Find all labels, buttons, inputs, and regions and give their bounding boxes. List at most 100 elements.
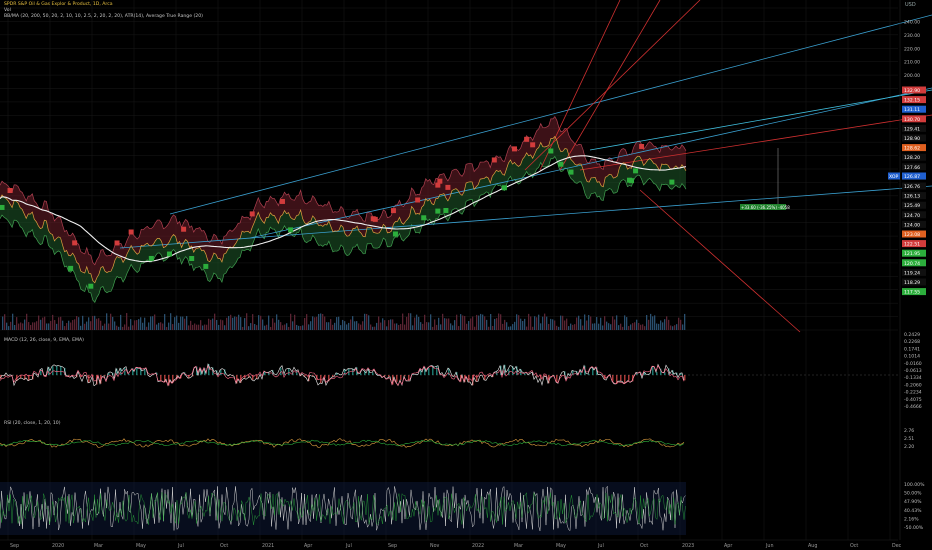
volume-bar — [88, 317, 90, 330]
time-tick-label: Jul — [345, 543, 352, 549]
volume-bar — [376, 322, 378, 330]
volume-bar — [646, 315, 648, 330]
macd-histogram-bar — [656, 372, 658, 375]
volume-bar — [92, 315, 94, 330]
volume-bar — [610, 324, 612, 330]
volume-bar — [360, 324, 362, 330]
volume-bar — [396, 323, 398, 330]
volume-bar — [426, 322, 428, 330]
volume-bar — [390, 319, 392, 330]
volume-bar — [496, 318, 498, 330]
time-tick-label: Oct — [640, 543, 648, 549]
volume-bar — [158, 322, 160, 330]
macd-histogram-bar — [496, 371, 498, 375]
volume-bar — [140, 317, 142, 330]
volume-bar — [518, 315, 520, 330]
volume-bar — [28, 322, 30, 330]
volume-bar — [264, 325, 266, 330]
volume-bar — [628, 326, 630, 330]
volume-bar — [392, 319, 394, 330]
volume-bar — [386, 326, 388, 330]
macd-tick-label: 0.2268 — [904, 339, 920, 345]
volume-bar — [450, 323, 452, 330]
volume-bar — [510, 326, 512, 330]
price-badge-label: 119.24 — [904, 270, 920, 276]
price-badge-label: 131.11 — [904, 107, 920, 113]
chart-canvas[interactable]: USD 240.00 230.00 220.00 210.00 200.00 132.90 1… — [0, 0, 932, 550]
signal-marker — [249, 211, 255, 217]
volume-bar — [236, 316, 238, 330]
volume-bar — [66, 323, 68, 330]
volume-bar — [678, 317, 680, 330]
signal-marker — [639, 143, 645, 149]
macd-histogram-bar — [124, 367, 126, 375]
volume-bar — [206, 324, 208, 330]
volume-bar — [398, 325, 400, 330]
volume-bar — [540, 323, 542, 330]
volume-bar — [654, 315, 656, 330]
signal-marker — [181, 226, 187, 232]
macd-tick-label: -0.2234 — [904, 390, 922, 396]
volume-bar — [480, 313, 482, 330]
volume-bar — [410, 313, 412, 330]
atr-label: RSI (20, close, 1, 20, 10) — [4, 421, 61, 426]
volume-bar — [170, 313, 172, 330]
volume-bar — [592, 323, 594, 330]
signal-marker — [491, 157, 497, 163]
atr-pane — [0, 438, 685, 448]
macd-histogram-bar — [288, 368, 290, 375]
volume-bar — [8, 326, 10, 330]
volume-bar — [26, 313, 28, 330]
symbol-title: SPDR S&P Oil & Gas Explor & Product, 1D,… — [4, 2, 113, 7]
volume-bar — [350, 319, 352, 330]
volume-bar — [664, 319, 666, 330]
price-tick-label: 210.00 — [904, 60, 920, 66]
volume-bar — [218, 324, 220, 330]
volume-bar — [436, 324, 438, 330]
time-tick-label: Jun — [765, 543, 774, 549]
volume-bar — [134, 320, 136, 330]
volume-bar — [254, 324, 256, 330]
volume-bar — [358, 323, 360, 330]
volume-bar — [146, 326, 148, 330]
macd-tick-label: -0.4666 — [904, 404, 922, 410]
volume-bar — [144, 317, 146, 330]
signal-marker — [148, 255, 154, 261]
price-badge-label: 126.13 — [904, 194, 920, 200]
macd-histogram-bar — [244, 375, 246, 379]
atr-average-line — [0, 439, 685, 447]
last-price-label: 126.87 — [904, 174, 920, 180]
volume-bar — [108, 323, 110, 330]
volume-bar — [586, 320, 588, 330]
volume-bar — [12, 313, 14, 330]
volume-bar — [282, 325, 284, 330]
volume-bar — [10, 321, 12, 330]
volume-bar — [428, 322, 430, 330]
volume-bar — [188, 325, 190, 330]
volume-bar — [344, 321, 346, 330]
signal-marker — [203, 263, 209, 269]
volume-bar — [374, 326, 376, 330]
volume-bar — [380, 322, 382, 330]
volume-bar — [330, 319, 332, 330]
volume-bar — [346, 324, 348, 330]
volume-bar — [298, 325, 300, 330]
volume-bar — [332, 324, 334, 330]
volume-bar — [156, 324, 158, 330]
volume-bar — [260, 315, 262, 330]
volume-bar — [208, 318, 210, 330]
volume-bar — [126, 313, 128, 330]
volume-bar — [588, 315, 590, 330]
time-tick-label: 2023 — [682, 543, 694, 549]
trend-line — [559, 0, 661, 171]
volume-bar — [128, 326, 130, 330]
rsi-tick-label: 50.00% — [904, 491, 922, 497]
volume-bar — [110, 313, 112, 330]
signal-marker — [370, 216, 376, 222]
signal-marker — [524, 136, 530, 142]
volume-bar — [180, 316, 182, 330]
macd-histogram-bar — [556, 375, 558, 383]
volume-bar — [142, 322, 144, 330]
volume-bar — [32, 322, 34, 330]
volume-bar — [498, 313, 500, 330]
